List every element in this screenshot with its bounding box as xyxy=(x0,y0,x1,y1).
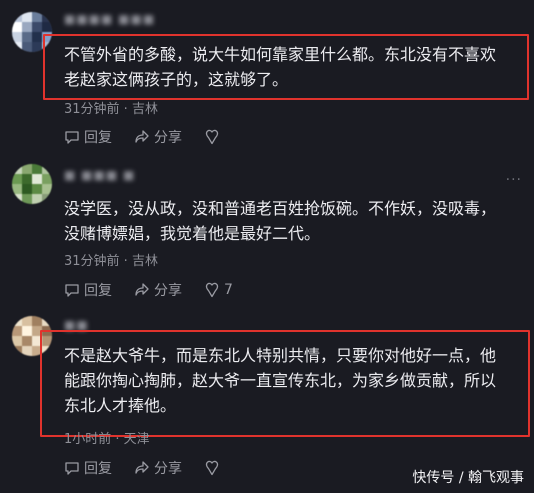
share-label: 分享 xyxy=(154,283,182,299)
username[interactable]: ■■■■ ■■■ xyxy=(64,12,155,28)
comment-text: 不是赵大爷牛，而是东北人特别共情，只要你对他好一点，他 能跟你掏心掏肺，赵大爷一… xyxy=(64,346,497,415)
like-icon xyxy=(205,460,219,476)
comment-actions: 回复 分享 xyxy=(64,127,224,147)
more-options-icon[interactable]: ··· xyxy=(506,172,522,188)
comment-meta: 1小时前 · 天津 xyxy=(64,432,150,447)
username[interactable]: ■■ xyxy=(64,318,89,334)
comment-actions: 回复 分享 xyxy=(64,458,224,478)
avatar[interactable] xyxy=(12,12,52,52)
avatar[interactable] xyxy=(12,164,52,204)
comment-2: ■ ■■■ ■ ··· 没学医，没从政，没和普通老百姓抢饭碗。不作妖，没吸毒， … xyxy=(0,150,534,310)
comment-meta: 31分钟前 · 吉林 xyxy=(64,102,158,117)
username[interactable]: ■ ■■■ ■ xyxy=(64,168,135,184)
share-button[interactable]: 分享 xyxy=(134,127,182,147)
reply-icon xyxy=(65,462,79,475)
comment-meta: 31分钟前 · 吉林 xyxy=(64,254,158,269)
share-icon xyxy=(135,461,149,474)
share-icon xyxy=(135,283,149,296)
share-button[interactable]: 分享 xyxy=(134,458,182,478)
reply-icon xyxy=(65,284,79,297)
reply-button[interactable]: 回复 xyxy=(64,127,112,147)
reply-button[interactable]: 回复 xyxy=(64,280,112,300)
reply-button[interactable]: 回复 xyxy=(64,458,112,478)
comment-3: ■■ 不是赵大爷牛，而是东北人特别共情，只要你对他好一点，他 能跟你掏心掏肺，赵… xyxy=(0,310,534,493)
share-icon xyxy=(135,130,149,143)
like-button[interactable] xyxy=(204,460,224,476)
like-button[interactable] xyxy=(204,129,224,145)
like-button[interactable]: 7 xyxy=(204,282,233,298)
share-label: 分享 xyxy=(154,130,182,146)
like-icon xyxy=(205,129,219,145)
comment-1: ■■■■ ■■■ 不管外省的多酸，说大牛如何靠家里什么都。东北没有不喜欢 老赵家… xyxy=(0,0,534,150)
share-label: 分享 xyxy=(154,461,182,477)
like-icon xyxy=(205,282,219,298)
avatar[interactable] xyxy=(12,316,52,356)
reply-label: 回复 xyxy=(84,283,112,299)
comment-text: 不管外省的多酸，说大牛如何靠家里什么都。东北没有不喜欢 老赵家这俩孩子的，这就够… xyxy=(64,45,497,89)
watermark: 快传号 / 翰飞观事 xyxy=(412,470,524,486)
share-button[interactable]: 分享 xyxy=(134,280,182,300)
comment-text: 没学医，没从政，没和普通老百姓抢饭碗。不作妖，没吸毒， 没赌博嫖娼，我觉着他是最… xyxy=(64,199,497,243)
like-count: 7 xyxy=(224,282,233,298)
comment-actions: 回复 分享 7 xyxy=(64,280,233,300)
reply-label: 回复 xyxy=(84,130,112,146)
reply-label: 回复 xyxy=(84,461,112,477)
reply-icon xyxy=(65,131,79,144)
